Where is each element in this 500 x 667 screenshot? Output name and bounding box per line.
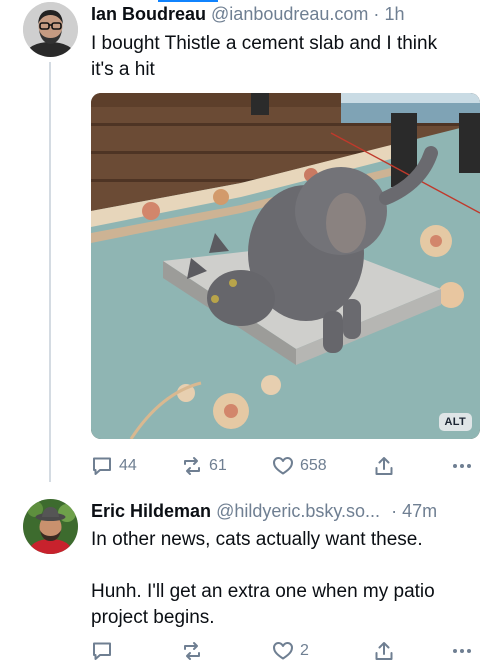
alt-text-button[interactable]: ALT (438, 413, 472, 431)
post-actions: 2 (91, 637, 480, 665)
author-handle[interactable]: @ianboudreau.com (211, 4, 368, 24)
like-icon (273, 457, 293, 475)
author-name[interactable]: Ian Boudreau (91, 4, 206, 24)
like-count: 2 (300, 642, 309, 659)
reply-icon (93, 642, 111, 660)
more-options-button[interactable] (451, 637, 473, 665)
repost-icon (184, 642, 200, 660)
share-button[interactable] (373, 637, 395, 665)
like-button[interactable]: 2 (272, 637, 309, 665)
like-icon (273, 642, 293, 660)
reply-count: 44 (119, 457, 137, 474)
like-count: 658 (300, 457, 327, 474)
avatar-ian-boudreau[interactable] (23, 2, 78, 57)
share-button[interactable] (373, 452, 395, 480)
avatar-image (23, 499, 78, 554)
reply-button[interactable] (91, 637, 113, 665)
post-header: Eric Hildeman @hildyeric.bsky.so... · 47… (91, 500, 437, 522)
cat-on-cement-slab-photo (91, 93, 480, 439)
repost-icon (184, 457, 200, 475)
post-text-line: Hunh. I'll get an extra one when my pati… (91, 581, 435, 602)
repost-count: 61 (209, 457, 227, 474)
author-handle[interactable]: @hildyeric.bsky.so... (216, 501, 380, 521)
post-text-line: In other news, cats actually want these. (91, 529, 423, 550)
more-icon (453, 649, 471, 653)
separator-dot: · (391, 501, 398, 521)
post-time[interactable]: 1h (384, 4, 404, 24)
post-text: I bought Thistle a cement slab and I thi… (91, 31, 486, 83)
reply-button[interactable]: 44 (91, 452, 137, 480)
post-text-line: it's a hit (91, 59, 155, 80)
post-text-line: project begins. (91, 607, 215, 628)
post-ian-boudreau[interactable]: Ian Boudreau @ianboudreau.com · 1h I bou… (0, 0, 500, 485)
post-text-line (91, 553, 486, 579)
reply-icon (93, 457, 111, 475)
post-time[interactable]: 47m (402, 501, 437, 521)
more-options-button[interactable] (451, 452, 473, 480)
separator-dot: · (373, 4, 380, 24)
post-image[interactable]: ALT (91, 93, 480, 439)
repost-button[interactable] (181, 637, 203, 665)
post-text: In other news, cats actually want these.… (91, 527, 486, 631)
share-icon (375, 457, 393, 475)
author-name[interactable]: Eric Hildeman (91, 501, 211, 521)
share-icon (375, 642, 393, 660)
post-eric-hildeman[interactable]: Eric Hildeman @hildyeric.bsky.so... · 47… (0, 485, 500, 667)
avatar-image (23, 2, 78, 57)
like-button[interactable]: 658 (272, 452, 327, 480)
post-text-line: I bought Thistle a cement slab and I thi… (91, 33, 438, 54)
more-icon (453, 464, 471, 468)
repost-button[interactable]: 61 (181, 452, 227, 480)
post-actions: 44 61 658 (91, 452, 480, 480)
avatar-eric-hildeman[interactable] (23, 499, 78, 554)
post-header: Ian Boudreau @ianboudreau.com · 1h (91, 3, 404, 25)
